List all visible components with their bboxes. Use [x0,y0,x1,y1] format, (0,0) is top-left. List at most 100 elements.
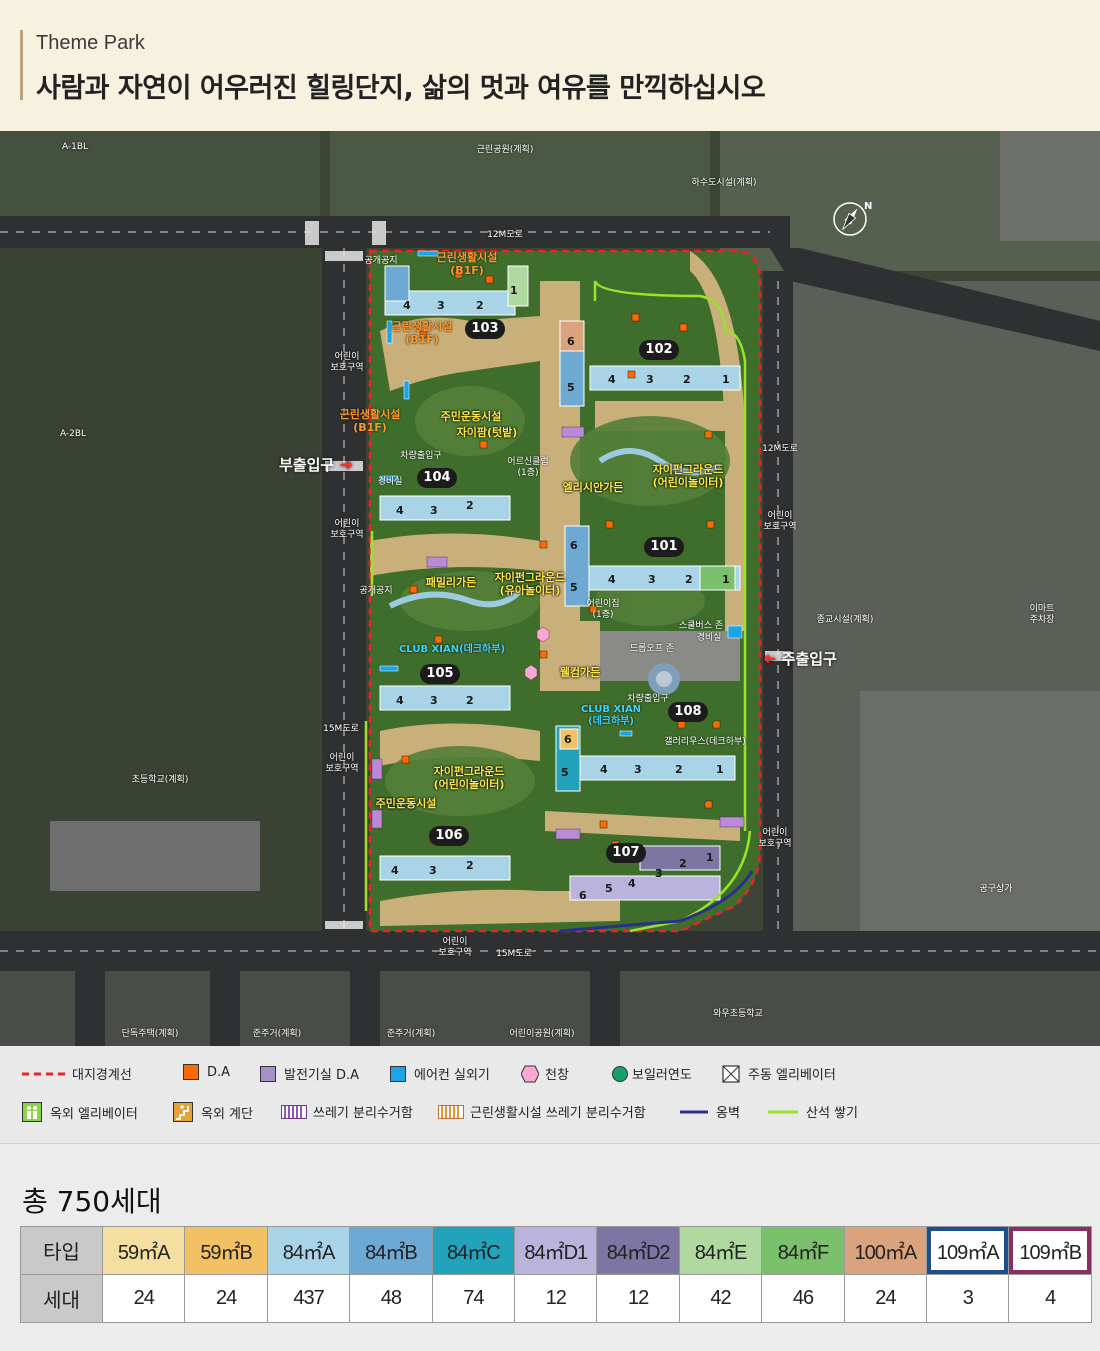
label-road15-west: 15M도로 [323,724,359,734]
count-cell: 24 [101,1274,186,1323]
facility-gallery: 갤러리우스(데크하부) [664,737,746,747]
orange-square-icon [183,1064,199,1080]
label-waw-school: 와우초등학교 [713,1009,763,1019]
count-cell: 48 [349,1274,433,1323]
svg-text:4: 4 [391,864,399,877]
school-zone-2: 어린이 보호구역 [330,519,364,540]
facility-car-entrance-1: 차량출입구 [400,451,442,461]
svg-text:2: 2 [466,499,474,512]
label-school: 초등학교(계획) [131,775,189,785]
svg-text:1: 1 [510,284,518,297]
label-a2bl: A-2BL [59,429,87,439]
school-zone-3: 어린이 보호구역 [763,511,797,532]
school-zone-6: 어린이 보호구역 [438,937,472,958]
svg-text:3: 3 [429,864,437,877]
count-cell: 3 [926,1274,1010,1323]
label-road12-east: 12M도로 [762,444,798,454]
legend-retail-trash: 근린생활시설 쓰레기 분리수거함 [438,1102,646,1121]
label-road12-north: 12M도로 [487,230,523,240]
sub-entrance: 부출입구 ➜ [279,454,353,475]
svg-text:3: 3 [634,763,642,776]
purple-stripes-icon [281,1104,307,1119]
svg-text:6: 6 [570,539,578,552]
label-a1bl: A-1BL [61,142,89,152]
facility-playground-1: 자이펀그라운드 (어린이놀이터) [652,463,724,489]
map-legend: 대지경계선 D.A 발전기실 D.A 에어컨 실외기 천창 보일러연도 주동 엘… [0,1046,1100,1144]
facility-family-garden: 패밀리가든 [425,576,477,589]
building-108-label: 108 [668,702,708,722]
arrow-left-icon: ➜ [763,649,777,668]
count-cell: 46 [761,1274,845,1323]
svg-text:5: 5 [567,381,575,394]
site-plan-map: 4 3 2 1 4 3 2 1 6 5 4 3 2 4 3 2 1 6 5 4 3 2 4 3 2 1 6 5 4 3 2… [0,131,1100,1046]
label-semires-2: 준주거(계획) [386,1029,436,1039]
type-cell: 84㎡C [431,1226,516,1275]
building-101-label: 101 [644,537,684,557]
type-cell: 84㎡D1 [514,1226,598,1275]
svg-text:6: 6 [579,889,587,902]
facility-car-entrance-2: 차량출입구 [627,694,669,704]
facility-public-space-1: 공개공지 [364,256,398,266]
label-religion: 종교시설(계획) [816,615,874,625]
svg-text:2: 2 [466,859,474,872]
legend-generator-da: 발전기실 D.A [260,1064,359,1083]
unit-type-table: 타입 59㎡A 59㎡B 84㎡A 84㎡B 84㎡C 84㎡D1 84㎡D2 … [20,1226,1092,1323]
facility-school-bus-zone: 스쿨버스 존 [678,621,724,631]
green-circle-icon [612,1065,628,1082]
table-row-types: 타입 59㎡A 59㎡B 84㎡A 84㎡B 84㎡C 84㎡D1 84㎡D2 … [20,1226,1092,1275]
page-header: Theme Park 사람과 자연이 어우러진 힐링단지, 삶의 멋과 여유를 … [0,0,1100,131]
label-sewage: 하수도시설(계획) [691,178,757,188]
main-entrance: ➜ 주출입구 [763,648,837,669]
crossed-box-icon [722,1064,740,1083]
legend-outdoor-stairs: 옥외 계단 [173,1102,253,1122]
facility-public-space-2: 공개공지 [359,586,393,596]
svg-text:1: 1 [716,763,724,776]
label-shops: 공구상가 [979,884,1013,894]
building-104-label: 104 [417,468,457,488]
main-entrance-label: 주출입구 [781,650,837,668]
count-cell: 12 [596,1274,680,1323]
building-102-label: 102 [639,340,679,360]
school-zone-1: 어린이 보호구역 [330,352,364,373]
svg-text:3: 3 [437,299,445,312]
legend-ac: 에어컨 실외기 [390,1064,490,1083]
facility-daycare: 어린이집 (1층) [586,599,620,620]
svg-text:2: 2 [685,573,693,586]
count-cell: 437 [266,1274,351,1323]
facility-guard-2: 경비실 [696,633,722,643]
type-cell: 84㎡A [266,1226,351,1275]
svg-text:3: 3 [430,694,438,707]
facility-welcome-garden: 웰컴가든 [559,666,601,679]
type-cell: 109㎡A [926,1226,1010,1275]
svg-text:2: 2 [683,373,691,386]
orange-stripes-icon [438,1104,464,1119]
legend-da: D.A [183,1064,230,1080]
svg-text:1: 1 [722,573,730,586]
facility-retail-2: 근린생활시설 (B1F) [391,320,453,346]
type-header: 타입 [20,1226,103,1275]
table-row-counts: 세대 24 24 437 48 74 12 12 42 46 24 3 4 [20,1274,1092,1323]
legend-outdoor-elevator: 옥외 엘리베이터 [22,1102,138,1122]
facility-retail-1: 근린생활시설 (B1F) [436,251,498,277]
legend-stone-wall: 산석 쌓기 [768,1102,858,1121]
count-cell: 42 [678,1274,763,1323]
count-cell: 24 [843,1274,928,1323]
svg-text:4: 4 [628,877,636,890]
school-zone-5: 어린이 보호구역 [758,828,792,849]
facility-dropoff-zone: 드롭오프 존 [629,644,675,654]
label-detached: 단독주택(계획) [121,1029,179,1039]
school-zone-4: 어린이 보호구역 [325,753,359,774]
svg-text:4: 4 [396,504,404,517]
type-cell: 84㎡D2 [596,1226,680,1275]
svg-text:N: N [864,201,872,212]
legend-boiler: 보일러연도 [612,1064,692,1083]
building-103-label: 103 [465,319,505,339]
legend-boundary: 대지경계선 [22,1064,132,1083]
legend-trash: 쓰레기 분리수거함 [281,1102,413,1121]
svg-text:3: 3 [648,573,656,586]
label-park: 근린공원(계획) [476,145,534,155]
legend-retaining-wall: 옹벽 [680,1102,740,1121]
label-road15-south: 15M도로 [496,949,532,959]
legend-elevator: 주동 엘리베이터 [722,1064,836,1083]
facility-playground-2: 자이펀그라운드 (유아놀이터) [494,571,566,597]
